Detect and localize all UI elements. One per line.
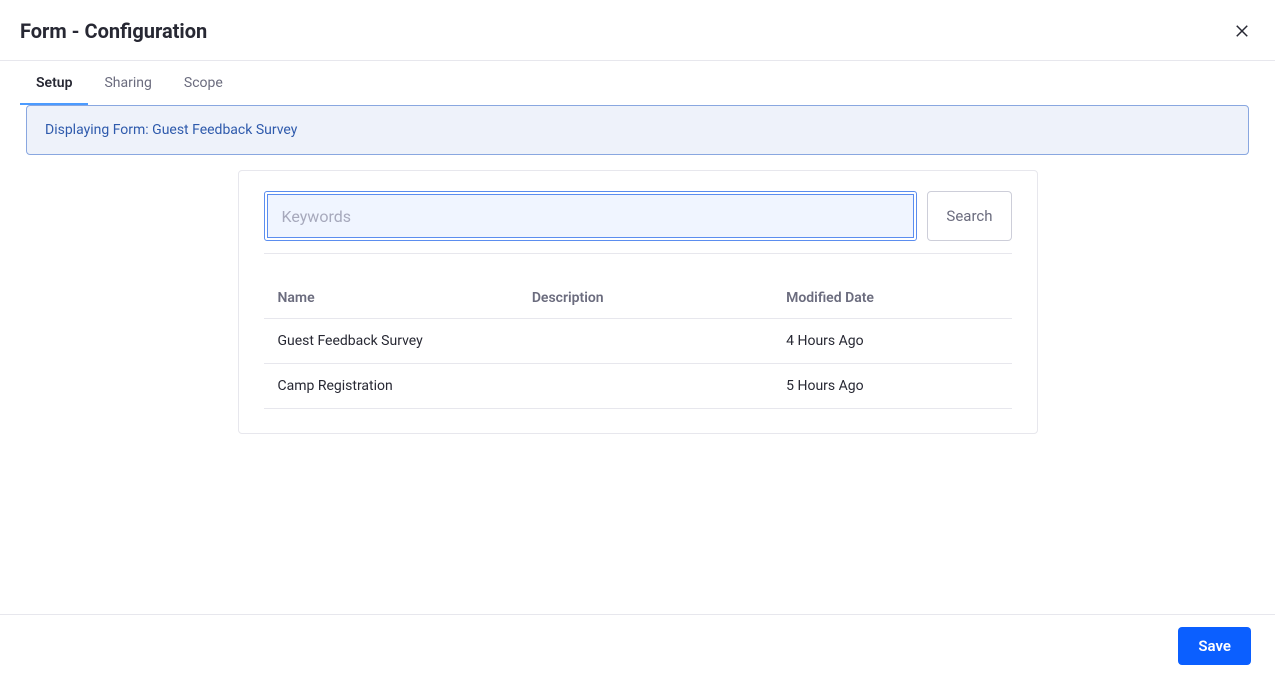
search-input-wrap bbox=[264, 191, 918, 241]
cell-name: Camp Registration bbox=[264, 364, 518, 409]
cell-description bbox=[518, 364, 772, 409]
col-modified: Modified Date bbox=[772, 278, 1011, 319]
table-row[interactable]: Camp Registration 5 Hours Ago bbox=[264, 364, 1012, 409]
cell-name: Guest Feedback Survey bbox=[264, 319, 518, 364]
tabs-nav: Setup Sharing Scope bbox=[0, 61, 1275, 105]
table-row[interactable]: Guest Feedback Survey 4 Hours Ago bbox=[264, 319, 1012, 364]
tab-scope[interactable]: Scope bbox=[168, 61, 239, 105]
modal-header: Form - Configuration bbox=[0, 0, 1275, 61]
modal-footer: Save bbox=[0, 614, 1275, 677]
col-description: Description bbox=[518, 278, 772, 319]
table-header-row: Name Description Modified Date bbox=[264, 278, 1012, 319]
search-row: Search bbox=[264, 191, 1012, 254]
search-input[interactable] bbox=[267, 194, 915, 238]
info-banner: Displaying Form: Guest Feedback Survey bbox=[26, 105, 1249, 155]
close-icon bbox=[1233, 22, 1251, 40]
cell-modified: 5 Hours Ago bbox=[772, 364, 1011, 409]
col-name: Name bbox=[264, 278, 518, 319]
close-button[interactable] bbox=[1229, 18, 1255, 44]
tab-setup[interactable]: Setup bbox=[20, 61, 88, 105]
cell-modified: 4 Hours Ago bbox=[772, 319, 1011, 364]
cell-description bbox=[518, 319, 772, 364]
form-select-panel: Search Name Description Modified Date Gu… bbox=[238, 170, 1038, 434]
results-table: Name Description Modified Date Guest Fee… bbox=[264, 278, 1012, 409]
tab-sharing[interactable]: Sharing bbox=[88, 61, 167, 105]
save-button[interactable]: Save bbox=[1178, 627, 1251, 665]
search-button[interactable]: Search bbox=[927, 191, 1011, 241]
content-area: Displaying Form: Guest Feedback Survey S… bbox=[0, 105, 1275, 434]
page-title: Form - Configuration bbox=[20, 19, 207, 43]
